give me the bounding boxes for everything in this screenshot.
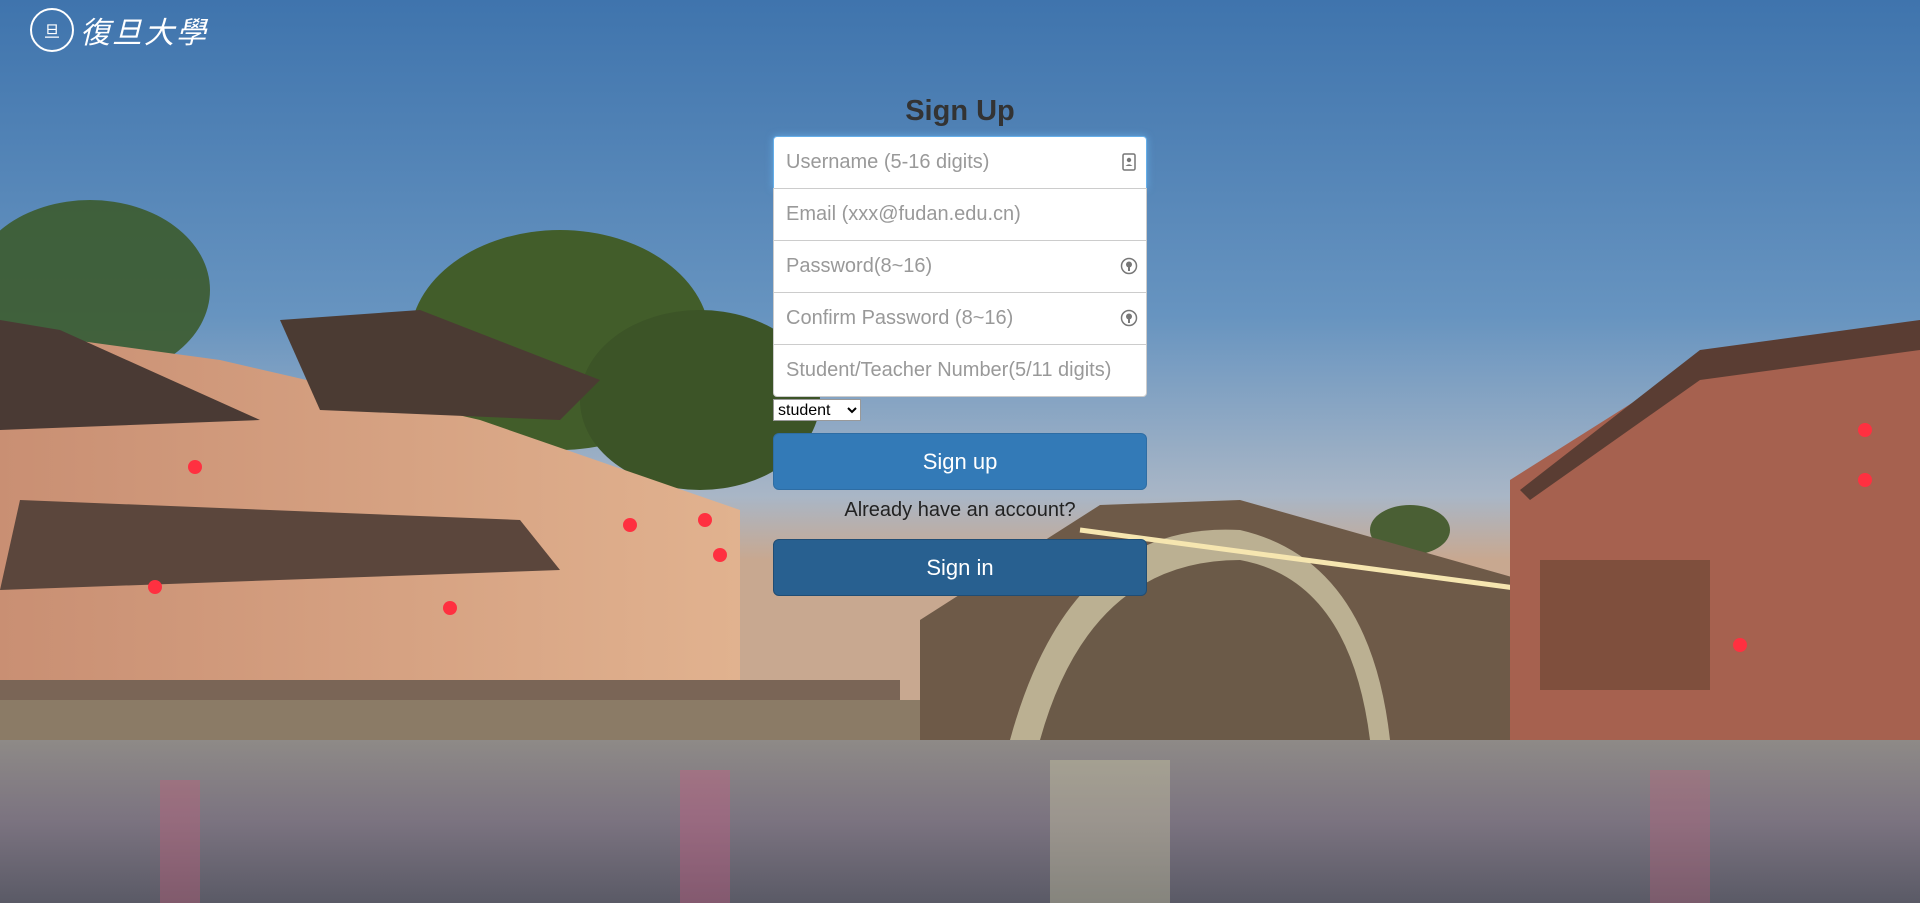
lock-icon bbox=[1120, 257, 1138, 275]
signin-button[interactable]: Sign in bbox=[773, 539, 1147, 596]
lock-icon bbox=[1120, 309, 1138, 327]
university-seal-icon: 旦 bbox=[30, 8, 74, 52]
university-logo[interactable]: 旦 復旦大學 bbox=[30, 8, 208, 52]
contact-card-icon bbox=[1122, 153, 1136, 171]
username-input[interactable] bbox=[774, 137, 1146, 188]
confirm-password-field-wrapper bbox=[773, 292, 1147, 345]
page-title: Sign Up bbox=[905, 95, 1015, 127]
number-field-wrapper bbox=[773, 344, 1147, 397]
username-field-wrapper bbox=[773, 136, 1147, 189]
signup-button[interactable]: Sign up bbox=[773, 433, 1147, 490]
email-field-wrapper bbox=[773, 188, 1147, 241]
confirm-password-input[interactable] bbox=[774, 293, 1146, 344]
signup-form: Sign Up Username (5-16 digits) Email (xx… bbox=[773, 88, 1147, 596]
email-input[interactable] bbox=[774, 189, 1146, 240]
password-input[interactable] bbox=[774, 241, 1146, 292]
student-teacher-number-input[interactable] bbox=[774, 345, 1146, 396]
university-name: 復旦大學 bbox=[80, 16, 208, 51]
already-have-account-text: Already have an account? bbox=[844, 499, 1076, 521]
password-field-wrapper bbox=[773, 240, 1147, 293]
login-page: 旦 復旦大學 Sign Up Username (5-16 digits) Em… bbox=[0, 0, 1920, 903]
role-select[interactable]: student bbox=[773, 399, 861, 421]
